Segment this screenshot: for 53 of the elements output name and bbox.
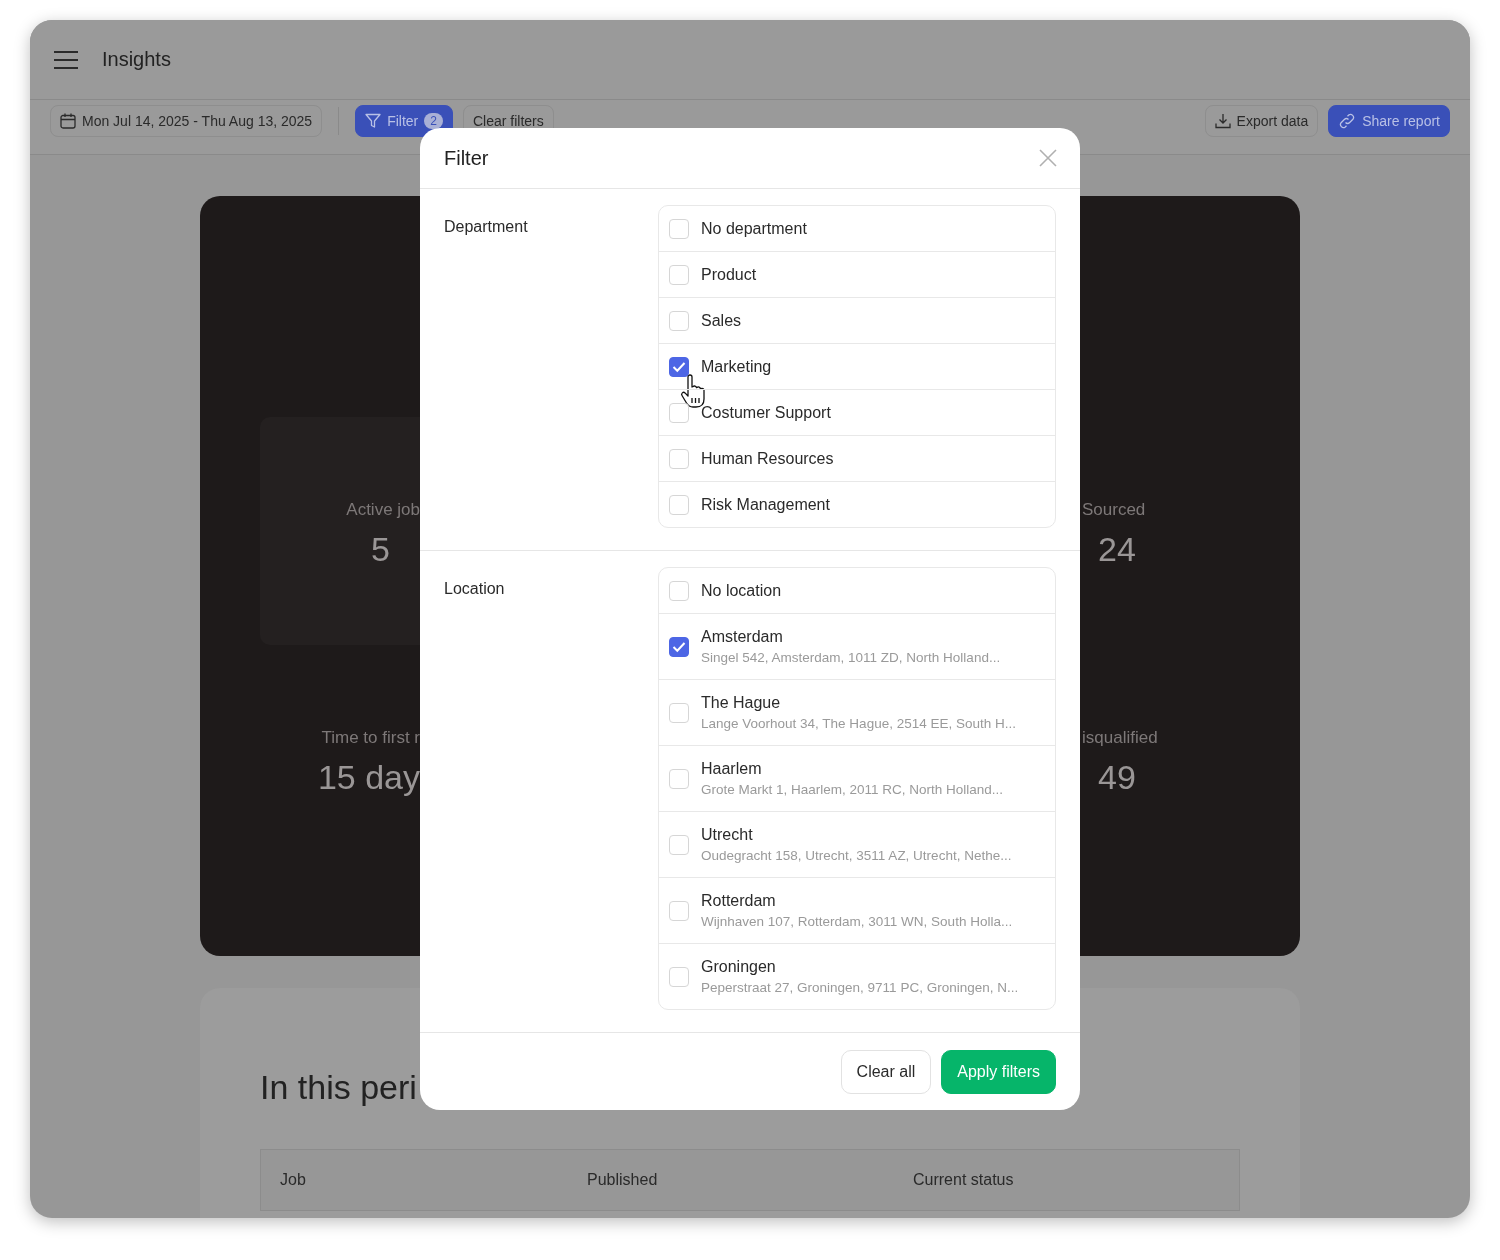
share-button[interactable]: Share report (1328, 105, 1450, 137)
option-label[interactable]: No location (701, 581, 782, 600)
address-text: Wijnhaven 107, Rotterdam, 3011 WN, South Holla... (701, 914, 1013, 929)
checkbox[interactable] (669, 356, 689, 377)
section-title: In this peri (260, 1068, 417, 1107)
option-label[interactable]: Groningen (701, 958, 1019, 976)
check-icon (672, 640, 686, 653)
menu-icon[interactable] (54, 50, 78, 69)
filter-button[interactable]: Filter 2 (355, 105, 453, 137)
option-label[interactable]: The Hague (701, 694, 1016, 712)
option-label[interactable]: Product (701, 265, 757, 284)
page-title: Insights (102, 48, 171, 71)
option-label[interactable]: Sales (701, 311, 742, 330)
address-text: Oudegracht 158, Utrecht, 3511 AZ, Utrecht, Nethe... (701, 848, 1012, 863)
calendar-icon (60, 113, 76, 129)
option-label[interactable]: Amsterdam (701, 628, 1001, 646)
stat-value: 49 (1097, 757, 1137, 797)
address-text: Lange Voorhout 34, The Hague, 2514 EE, South H... (701, 716, 1016, 731)
link-icon (1338, 113, 1357, 129)
group-label: Department (444, 217, 529, 237)
stat-value: 15 day (316, 757, 420, 797)
option-label[interactable]: Rotterdam (701, 892, 1013, 910)
option-label[interactable]: Costumer Support (701, 403, 831, 422)
stat-value: 5 (370, 529, 391, 569)
close-button[interactable] (1038, 148, 1058, 168)
option-label[interactable]: Haarlem (701, 760, 1004, 778)
option-label[interactable]: No department (701, 219, 807, 238)
column-header: Published (587, 1171, 659, 1189)
group-label: Location (444, 579, 506, 599)
dialog-title: Filter (444, 146, 489, 170)
address-text: Peperstraat 27, Groningen, 9711 PC, Groningen, N... (701, 980, 1019, 995)
checkbox[interactable] (669, 636, 689, 657)
stat-label: Sourced (1081, 499, 1147, 521)
option-label[interactable]: Human Resources (701, 449, 834, 468)
close-icon (1038, 148, 1058, 168)
address-text: Grote Markt 1, Haarlem, 2011 RC, North Holland... (701, 782, 1004, 797)
stat-label: Active job (345, 499, 420, 521)
column-header: Current status (913, 1171, 1015, 1189)
export-button[interactable]: Export data (1204, 105, 1319, 137)
address-text: Singel 542, Amsterdam, 1011 ZD, North Holland... (701, 650, 1001, 665)
count-badge: 2 (424, 113, 443, 129)
stat-value: 24 (1097, 529, 1137, 569)
option-label[interactable]: Utrecht (701, 826, 1012, 844)
stat-label: isqualified (1081, 727, 1159, 749)
check-icon (672, 360, 686, 373)
option-label[interactable]: Marketing (701, 357, 772, 376)
funnel-icon (365, 113, 382, 129)
option-label[interactable]: Risk Management (701, 495, 830, 514)
column-header: Job (280, 1171, 307, 1189)
clear-button[interactable]: Clear all (840, 1050, 932, 1094)
stat-label: Time to first r (320, 727, 420, 749)
date-range-button[interactable]: Mon Jul 14, 2025 - Thu Aug 13, 2025 (50, 105, 323, 137)
download-icon (1214, 113, 1231, 129)
